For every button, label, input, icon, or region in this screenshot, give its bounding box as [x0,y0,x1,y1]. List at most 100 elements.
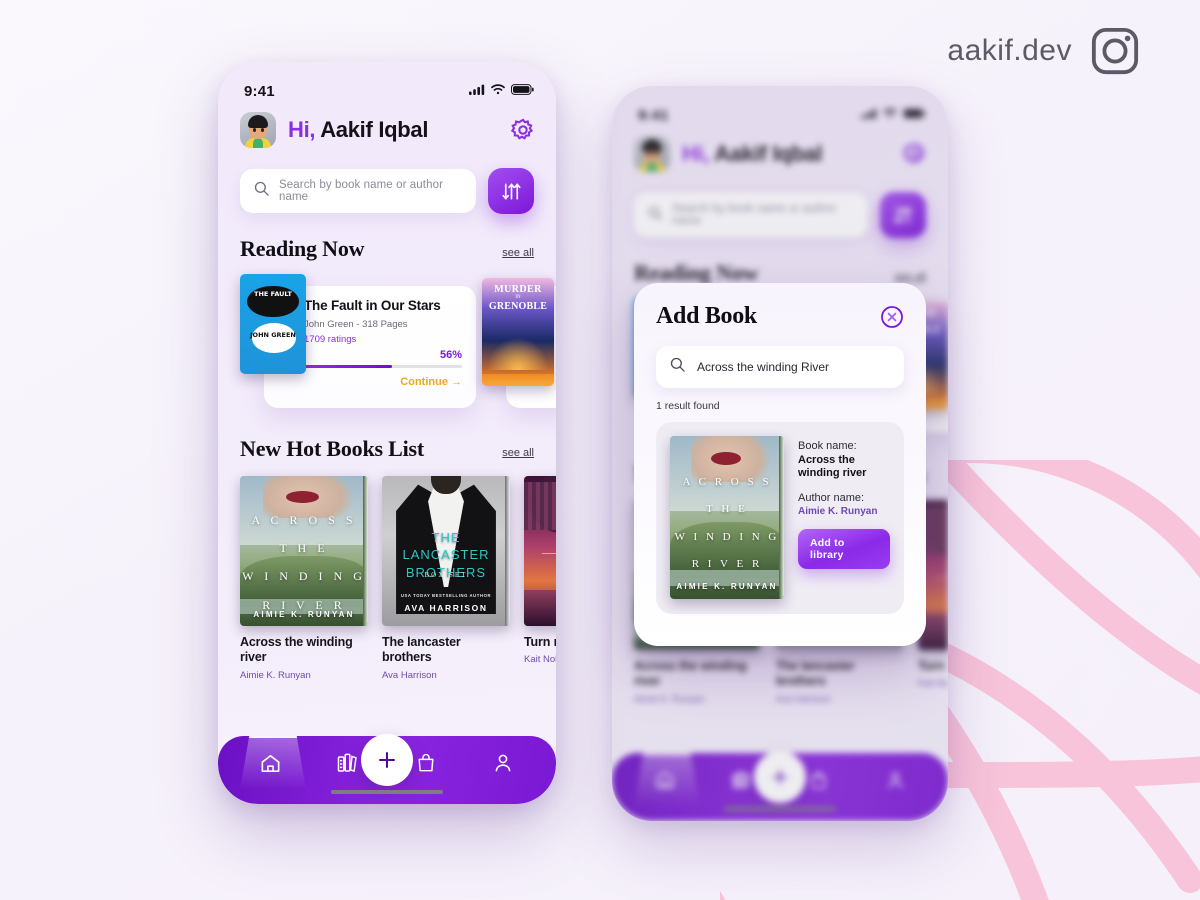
nav-item-home[interactable] [254,746,288,780]
greeting-name: Aakif Iqbal [709,141,823,166]
wifi-icon [883,106,897,124]
filter-sliders-icon[interactable] [880,192,926,238]
search-placeholder: Search by book name or author name [279,179,443,203]
close-circle-icon[interactable] [880,305,904,329]
instagram-icon [1088,24,1142,78]
book-author: Ava Harrison [382,669,437,681]
add-book-fab[interactable] [754,751,806,803]
reading-book-title: The Fault in Our Stars [304,298,441,313]
book-name: Turn my life around [918,659,948,673]
hot-books-header: New Hot Books List see all [218,414,556,462]
book-cover-the-lancaster-brothers: THE LANCASTER BROTHERS BOX SET USA TODAY… [382,476,510,626]
book-cover-fault-in-our-stars[interactable]: THE FAULT JOHN GREEN [240,274,306,374]
greeting-text: Hi, Aakif Iqbal [682,141,822,167]
nav-item-home[interactable] [648,763,682,797]
cover-author-line: JOHN GREEN [250,331,296,339]
cover-author: AVA HARRISON [404,602,488,613]
author-name-value: Aimie K. Runyan [798,505,878,517]
search-row: Search by book name or author name [218,148,556,214]
author-name-label: Author name: [798,491,865,504]
bottom-nav-back [612,741,948,821]
greeting-hi: Hi, [682,141,710,166]
cover-title-line1: MURDER [494,284,542,295]
nav-item-profile[interactable] [879,763,913,797]
modal-header: Add Book [656,303,904,330]
search-icon [648,206,662,225]
book-card-the-lancaster-brothers[interactable]: THE LANCASTER BROTHERS BOX SET USA TODAY… [382,476,510,681]
book-author: Ava Harrison [776,693,831,705]
watermark-text: aakif.dev [947,34,1072,67]
search-input[interactable]: Search by book name or author name [240,169,476,213]
status-time: 9:41 [638,107,669,124]
avatar[interactable] [634,136,670,172]
cover-title-line: THE FAULT [254,290,292,298]
modal-result-count: 1 result found [656,400,720,412]
search-icon [670,357,685,377]
book-name-value: Across the winding river [798,454,867,480]
add-book-modal: Add Book Across the winding River 1 resu… [634,283,926,646]
cover-tagline: USA TODAY BESTSELLING AUTHOR [400,592,492,598]
cellular-signal-icon [469,82,485,100]
status-bar: 9:41 [218,62,556,104]
cover-title: Turn My [524,530,556,541]
cover-author: KAIT [524,557,556,573]
add-to-library-button[interactable]: Add to library [798,528,890,569]
greeting-text: Hi, Aakif Iqbal [288,117,428,143]
reading-now-header-back: Reading Now see all [612,238,948,286]
nav-item-shop[interactable] [802,763,836,797]
book-cover-across-the-winding-river[interactable]: A C R O S S T H E W I N D I N G R I V E … [670,436,784,599]
status-time: 9:41 [244,83,275,100]
search-row-back: Search by book name or author name [612,172,948,238]
book-cover-across-the-winding-river: A C R O S S T H E W I N D I N G R I V E … [240,476,368,626]
gear-icon[interactable] [510,117,536,143]
modal-search-input[interactable]: Across the winding River [656,346,904,388]
modal-search-value: Across the winding River [697,360,830,374]
header-row: Hi, Aakif Iqbal [218,104,556,148]
book-author: Aimie K. Runyan [634,693,705,705]
avatar[interactable] [240,112,276,148]
hot-books-carousel: A C R O S S T H E W I N D I N G R I V E … [218,462,556,681]
reading-now-header: Reading Now see all [218,214,556,262]
battery-icon [903,106,926,124]
book-name: Turn my life around [524,635,556,649]
reading-progress-bar [304,364,462,368]
nav-item-library[interactable] [331,746,365,780]
cover-words: A C R O S S T H E W I N D I N G R I V E … [242,513,366,612]
gear-icon[interactable] [902,141,928,167]
modal-result-info: Book name: Across the winding river Auth… [798,436,890,569]
section-title-hot-books: New Hot Books List [240,436,425,461]
reading-book-ratings: 1709 ratings [304,333,357,345]
nav-item-profile[interactable] [486,746,520,780]
reading-now-carousel: THE FAULT JOHN GREEN The Fault in Our St… [218,274,556,414]
bottom-nav [218,724,556,804]
book-author: Kait Nolan [524,654,556,666]
filter-sliders-icon[interactable] [488,168,534,214]
book-name: Across the winding river [240,635,353,665]
nav-item-shop[interactable] [409,746,443,780]
home-indicator [331,790,443,794]
modal-result-card: A C R O S S T H E W I N D I N G R I V E … [656,422,904,614]
cover-title-line3: GRENOBLE [488,301,548,312]
book-card-turn-my-life-around[interactable]: Turn My KAIT Turn my life around Kait No… [524,476,556,681]
book-name-label: Book name: [798,440,857,452]
search-input[interactable]: Search by book name or author name [634,193,868,237]
book-card-across-the-winding-river[interactable]: A C R O S S T H E W I N D I N G R I V E … [240,476,368,681]
modal-title: Add Book [656,303,757,329]
add-book-fab[interactable] [361,734,413,786]
book-cover-murder-in-grenoble[interactable]: MURDER IN GRENOBLE [482,278,554,386]
book-name: Across the winding river [634,659,747,689]
section-title-reading-now: Reading Now [240,236,365,261]
cover-title-line2: IN [515,295,521,300]
book-author: Aimie K. Runyan [240,669,311,681]
search-placeholder: Search by book name or author name [672,203,836,227]
see-all-reading-now[interactable]: see all [502,247,534,259]
see-all-reading-now[interactable]: see all [894,271,926,283]
book-name: The lancaster brothers [382,635,461,665]
cover-words: A C R O S S T H E W I N D I N G R I V E … [674,475,780,571]
battery-icon [511,82,534,100]
see-all-hot-books[interactable]: see all [502,447,534,459]
continue-button[interactable]: Continue → [304,376,462,388]
home-indicator [724,807,836,811]
cover-subtitle: BOX SET [424,570,468,579]
cellular-signal-icon [861,106,877,124]
